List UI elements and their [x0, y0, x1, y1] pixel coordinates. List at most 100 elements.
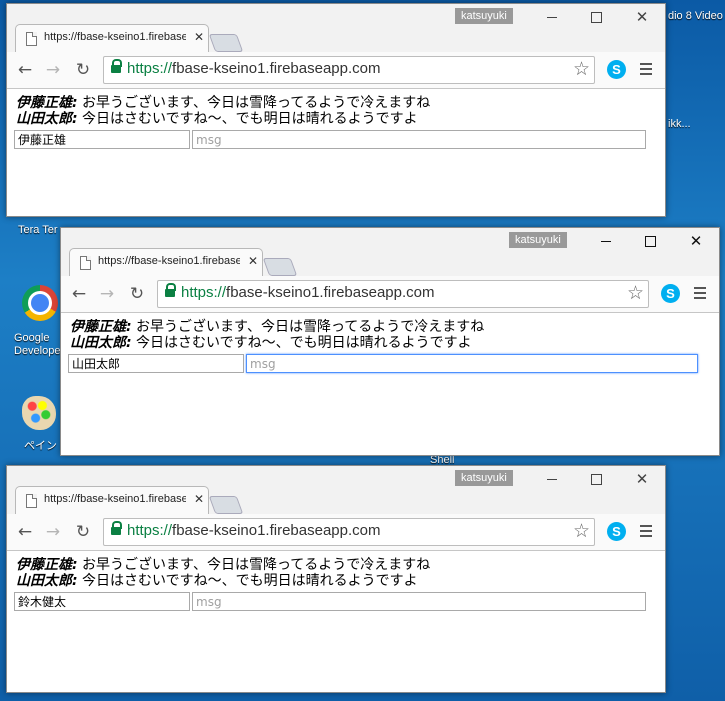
- url-text: https://fbase-kseino1.firebaseapp.com: [181, 284, 435, 301]
- maximize-icon: [590, 11, 602, 23]
- profile-badge[interactable]: katsuyuki: [455, 8, 513, 24]
- profile-badge[interactable]: katsuyuki: [455, 470, 513, 486]
- skype-icon[interactable]: S: [607, 60, 626, 79]
- message-text: 今日はさむいですね〜、でも明日は晴れるようですよ: [77, 573, 418, 589]
- page-content: 伊藤正雄: お早うございます、今日は雪降ってるようで冷えますね 山田太郎: 今日…: [61, 313, 719, 455]
- msg-input[interactable]: [192, 130, 646, 149]
- browser-window-3[interactable]: katsuyuki ✕ https://fbase-kseino1.fireba…: [6, 465, 666, 693]
- maximize-icon: [644, 235, 656, 247]
- address-bar[interactable]: https://fbase-kseino1.firebaseapp.com ☆: [157, 280, 649, 308]
- name-input[interactable]: [68, 354, 244, 373]
- maximize-button[interactable]: [579, 468, 613, 490]
- browser-window-1[interactable]: katsuyuki ✕ https://fbase-kseino1.fireba…: [6, 3, 666, 217]
- forward-arrow-icon[interactable]: →: [43, 522, 63, 542]
- back-arrow-icon[interactable]: ←: [15, 522, 35, 542]
- paint-icon[interactable]: [22, 396, 56, 430]
- minimize-button[interactable]: [535, 6, 569, 28]
- browser-tab[interactable]: https://fbase-kseino1.firebaseapp.com ✕: [15, 24, 209, 53]
- close-icon[interactable]: ✕: [194, 30, 204, 44]
- message-text: お早うございます、今日は雪降ってるようで冷えますね: [77, 557, 431, 573]
- desktop-icon-ikk[interactable]: ikk...: [668, 118, 691, 130]
- minimize-icon: [547, 16, 557, 18]
- desktop-icon-video[interactable]: dio 8 Video: [668, 10, 723, 22]
- name-input[interactable]: [14, 592, 190, 611]
- close-icon[interactable]: ✕: [194, 492, 204, 506]
- star-icon[interactable]: ☆: [573, 520, 590, 542]
- address-bar[interactable]: https://fbase-kseino1.firebaseapp.com ☆: [103, 518, 595, 546]
- message-author: 山田太郎:: [16, 573, 78, 589]
- page-icon: [80, 256, 91, 270]
- maximize-button[interactable]: [633, 230, 667, 252]
- forward-arrow-icon[interactable]: →: [43, 60, 63, 80]
- menu-icon[interactable]: [694, 287, 706, 289]
- close-icon: ✕: [689, 232, 703, 250]
- lock-icon: [111, 59, 122, 73]
- browser-tab[interactable]: https://fbase-kseino1.firebaseapp.com ✕: [69, 248, 263, 277]
- address-bar[interactable]: https://fbase-kseino1.firebaseapp.com ☆: [103, 56, 595, 84]
- maximize-icon: [590, 473, 602, 485]
- maximize-button[interactable]: [579, 6, 613, 28]
- browser-tab[interactable]: https://fbase-kseino1.firebaseapp.com ✕: [15, 486, 209, 515]
- minimize-button[interactable]: [535, 468, 569, 490]
- reload-icon[interactable]: ↻: [73, 522, 93, 542]
- page-content: 伊藤正雄: お早うございます、今日は雪降ってるようで冷えますね 山田太郎: 今日…: [7, 89, 665, 216]
- chrome-icon[interactable]: [22, 285, 58, 321]
- reload-icon[interactable]: ↻: [73, 60, 93, 80]
- tab-title: https://fbase-kseino1.firebaseapp.com: [44, 31, 186, 43]
- lock-icon: [165, 283, 176, 297]
- message-text: お早うございます、今日は雪降ってるようで冷えますね: [131, 319, 485, 335]
- title-bar[interactable]: katsuyuki ✕ https://fbase-kseino1.fireba…: [61, 228, 719, 277]
- url-text: https://fbase-kseino1.firebaseapp.com: [127, 60, 381, 77]
- minimize-icon: [547, 478, 557, 480]
- forward-arrow-icon[interactable]: →: [97, 284, 117, 304]
- page-icon: [26, 32, 37, 46]
- minimize-icon: [601, 240, 611, 242]
- skype-icon[interactable]: S: [661, 284, 680, 303]
- star-icon[interactable]: ☆: [573, 58, 590, 80]
- message-author: 伊藤正雄:: [16, 557, 78, 573]
- back-arrow-icon[interactable]: ←: [69, 284, 89, 304]
- desktop-icon-teraterm[interactable]: Tera Ter: [18, 224, 58, 236]
- menu-icon[interactable]: [640, 63, 652, 65]
- tab-title: https://fbase-kseino1.firebaseapp.com: [44, 493, 186, 505]
- name-input[interactable]: [14, 130, 190, 149]
- msg-input[interactable]: [246, 354, 698, 373]
- url-text: https://fbase-kseino1.firebaseapp.com: [127, 522, 381, 539]
- message-list: 伊藤正雄: お早うございます、今日は雪降ってるようで冷えますね 山田太郎: 今日…: [16, 95, 430, 127]
- message-item: 山田太郎: 今日はさむいですね〜、でも明日は晴れるようですよ: [16, 111, 430, 127]
- menu-icon[interactable]: [640, 525, 652, 527]
- title-bar[interactable]: katsuyuki ✕ https://fbase-kseino1.fireba…: [7, 4, 665, 53]
- browser-toolbar: ← → ↻ https://fbase-kseino1.firebaseapp.…: [61, 276, 719, 313]
- new-tab-button[interactable]: [208, 496, 244, 514]
- msg-input[interactable]: [192, 592, 646, 611]
- close-icon: ✕: [635, 8, 649, 26]
- close-icon[interactable]: ✕: [248, 254, 258, 268]
- close-window-button[interactable]: ✕: [625, 6, 659, 28]
- reload-icon[interactable]: ↻: [127, 284, 147, 304]
- message-item: 山田太郎: 今日はさむいですね〜、でも明日は晴れるようですよ: [16, 573, 430, 589]
- browser-window-2[interactable]: katsuyuki ✕ https://fbase-kseino1.fireba…: [60, 227, 720, 456]
- new-tab-button[interactable]: [262, 258, 298, 276]
- browser-toolbar: ← → ↻ https://fbase-kseino1.firebaseapp.…: [7, 514, 665, 551]
- message-item: 伊藤正雄: お早うございます、今日は雪降ってるようで冷えますね: [70, 319, 484, 335]
- message-text: 今日はさむいですね〜、でも明日は晴れるようですよ: [77, 111, 418, 127]
- message-text: お早うございます、今日は雪降ってるようで冷えますね: [77, 95, 431, 111]
- back-arrow-icon[interactable]: ←: [15, 60, 35, 80]
- message-item: 伊藤正雄: お早うございます、今日は雪降ってるようで冷えますね: [16, 95, 430, 111]
- message-author: 山田太郎:: [70, 335, 132, 351]
- profile-badge[interactable]: katsuyuki: [509, 232, 567, 248]
- desktop-icon-google-developer[interactable]: Google Develope: [14, 332, 62, 358]
- close-window-button[interactable]: ✕: [679, 230, 713, 252]
- message-item: 山田太郎: 今日はさむいですね〜、でも明日は晴れるようですよ: [70, 335, 484, 351]
- lock-icon: [111, 521, 122, 535]
- skype-icon[interactable]: S: [607, 522, 626, 541]
- new-tab-button[interactable]: [208, 34, 244, 52]
- close-window-button[interactable]: ✕: [625, 468, 659, 490]
- star-icon[interactable]: ☆: [627, 282, 644, 304]
- minimize-button[interactable]: [589, 230, 623, 252]
- close-icon: ✕: [635, 470, 649, 488]
- message-list: 伊藤正雄: お早うございます、今日は雪降ってるようで冷えますね 山田太郎: 今日…: [70, 319, 484, 351]
- browser-toolbar: ← → ↻ https://fbase-kseino1.firebaseapp.…: [7, 52, 665, 89]
- title-bar[interactable]: katsuyuki ✕ https://fbase-kseino1.fireba…: [7, 466, 665, 515]
- page-content: 伊藤正雄: お早うございます、今日は雪降ってるようで冷えますね 山田太郎: 今日…: [7, 551, 665, 692]
